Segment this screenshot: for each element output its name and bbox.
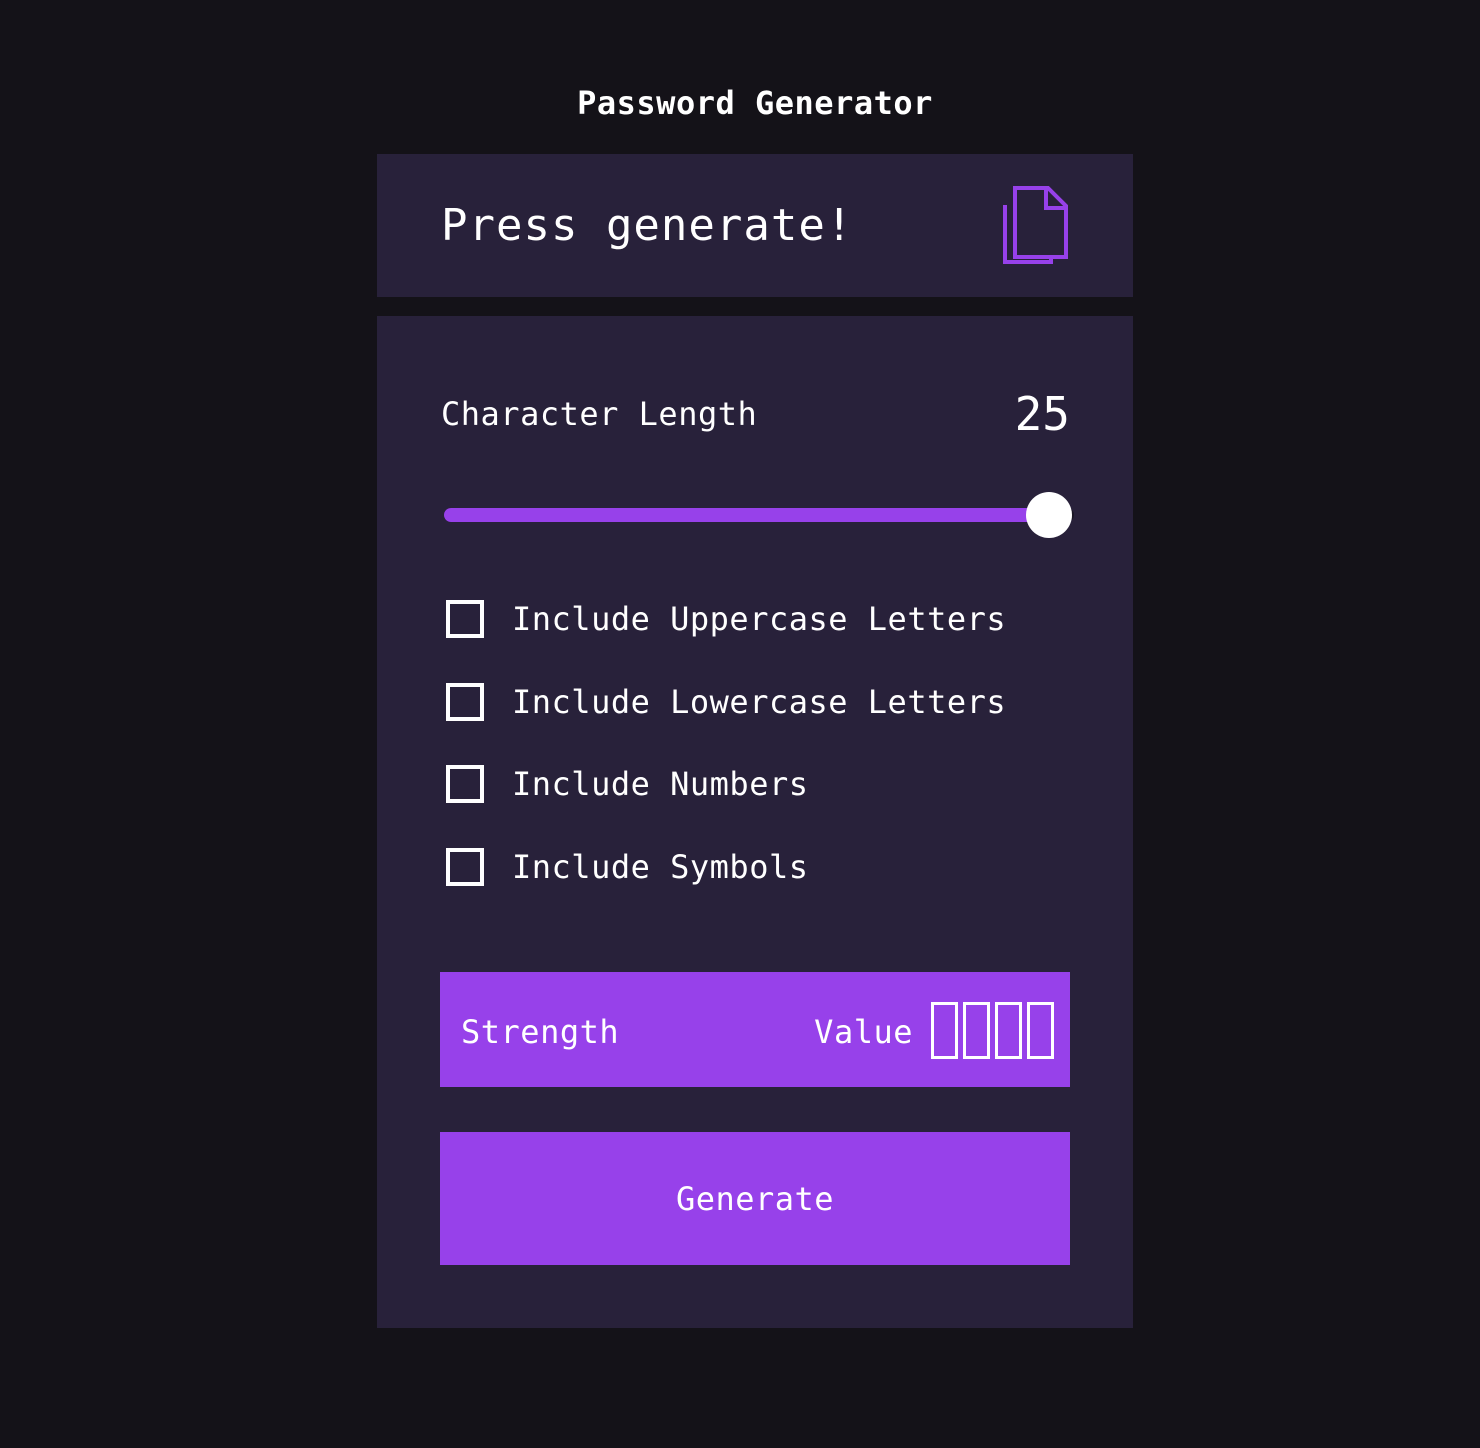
strength-bar	[963, 1002, 990, 1059]
numbers-checkbox[interactable]	[446, 765, 484, 803]
option-symbols-label: Include Symbols	[512, 848, 809, 886]
option-lowercase[interactable]: Include Lowercase Letters	[446, 682, 1006, 722]
password-output-panel: Press generate!	[377, 154, 1133, 297]
slider-fill	[444, 508, 1049, 522]
strength-value: Value	[814, 1013, 913, 1051]
strength-bar	[1027, 1002, 1054, 1059]
option-numbers[interactable]: Include Numbers	[446, 764, 808, 804]
strength-bars	[931, 1002, 1054, 1059]
copy-button[interactable]	[1002, 185, 1074, 267]
symbols-checkbox[interactable]	[446, 848, 484, 886]
option-uppercase[interactable]: Include Uppercase Letters	[446, 599, 1006, 639]
option-uppercase-label: Include Uppercase Letters	[512, 600, 1007, 638]
slider-thumb[interactable]	[1025, 492, 1072, 538]
strength-bar	[931, 1002, 958, 1059]
copy-documents-icon	[1003, 186, 1068, 264]
password-output-text: Press generate!	[441, 200, 854, 251]
strength-bar	[995, 1002, 1022, 1059]
option-numbers-label: Include Numbers	[512, 765, 809, 803]
settings-panel: Character Length 25 Include Uppercase Le…	[377, 316, 1133, 1328]
character-length-slider[interactable]	[444, 492, 1074, 538]
option-lowercase-label: Include Lowercase Letters	[512, 683, 1007, 721]
generate-button[interactable]: Generate	[440, 1132, 1070, 1265]
strength-label: Strength	[461, 1013, 620, 1051]
page-title: Password Generator	[577, 84, 933, 122]
lowercase-checkbox[interactable]	[446, 683, 484, 721]
option-symbols[interactable]: Include Symbols	[446, 847, 808, 887]
character-length-value: 25	[1014, 387, 1070, 441]
uppercase-checkbox[interactable]	[446, 600, 484, 638]
character-length-label: Character Length	[441, 395, 758, 433]
strength-meter: Strength Value	[440, 972, 1070, 1087]
